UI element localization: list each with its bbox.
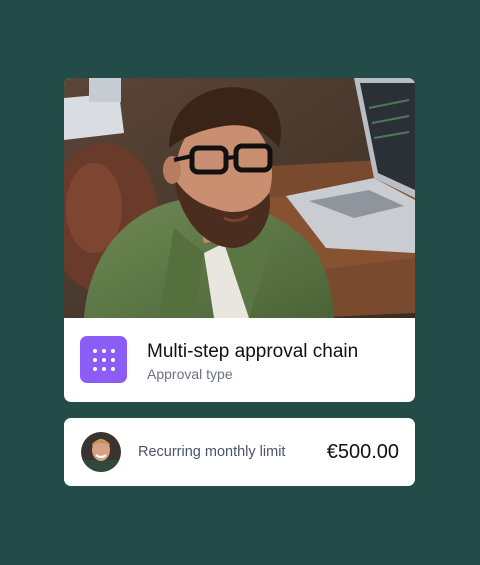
limit-label: Recurring monthly limit [138,444,286,460]
approval-title: Multi-step approval chain [147,341,359,362]
approval-card: Multi-step approval chain Approval type [64,78,415,402]
limit-amount: €500.00 [326,441,399,463]
avatar [81,432,121,472]
approval-type-row[interactable]: Multi-step approval chain Approval type [64,318,415,402]
grid-dots-icon [80,336,127,383]
hero-photo [64,78,415,318]
approval-subtitle: Approval type [147,366,233,382]
monthly-limit-card[interactable]: Recurring monthly limit €500.00 [64,418,415,486]
